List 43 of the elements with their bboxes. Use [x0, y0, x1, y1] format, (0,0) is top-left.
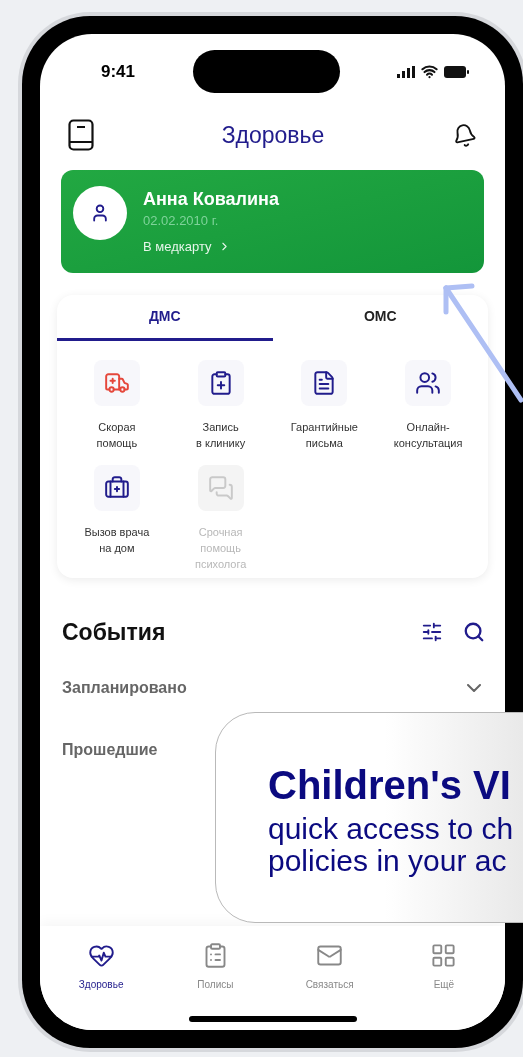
callout-title: Children's VI [268, 763, 512, 807]
events-group-label[interactable]: Запланировано [62, 676, 187, 700]
book-icon[interactable] [68, 119, 94, 151]
service-label: Гарантийные письма [290, 420, 358, 451]
page-title: Здоровье [221, 120, 325, 150]
callout-text: policies in your ac [268, 845, 508, 877]
nav-tab[interactable]: Здоровье [44, 942, 159, 992]
tab[interactable]: ОМС [272, 295, 488, 341]
service-icon-tile[interactable] [197, 360, 244, 406]
user-icon [90, 202, 110, 223]
section-title: События [62, 617, 166, 647]
service-icon-tile[interactable] [405, 360, 452, 406]
nav-tab[interactable]: Связаться [272, 942, 387, 992]
service-label: Запись в клинику [196, 420, 246, 451]
service-label: Онлайн- консультация [393, 420, 463, 451]
wifi-icon [421, 63, 438, 80]
birth-date: 02.02.2010 г. [143, 211, 220, 230]
nav-tab[interactable]: Ещё [386, 942, 501, 992]
people-icon [415, 370, 442, 396]
service-icon-tile[interactable] [93, 360, 140, 406]
battery-icon [444, 65, 469, 78]
service-icon-tile[interactable] [93, 465, 140, 511]
nav-tab[interactable]: Полисы [158, 942, 273, 992]
medcard-link[interactable]: В медкарту [143, 236, 212, 257]
tab[interactable]: ДМС [57, 295, 273, 341]
service-label: Скорая помощь [96, 420, 138, 451]
ambulance-icon [103, 370, 130, 396]
chat-bubbles-icon [207, 475, 234, 501]
service-label: Вызов врача на дом [84, 525, 150, 556]
service-icon-tile[interactable] [301, 360, 348, 406]
events-group-label[interactable]: Прошедшие [62, 738, 158, 762]
medical-bag-icon [103, 475, 130, 501]
filter-icon[interactable] [421, 621, 443, 643]
grid-icon [430, 942, 458, 969]
heart-pulse-icon [87, 942, 115, 969]
profile-card[interactable]: Анна Ковалина 02.02.2010 г. В медкарту [61, 170, 484, 273]
status-time: 9:41 [101, 60, 136, 83]
service-label: Срочная помощь психолога [194, 525, 247, 572]
profile-name: Анна Ковалина [143, 187, 279, 211]
chevron-icon[interactable] [467, 684, 481, 692]
search-icon[interactable] [463, 621, 485, 643]
callout-text: quick access to ch [268, 813, 515, 845]
signal-icon [397, 65, 415, 78]
